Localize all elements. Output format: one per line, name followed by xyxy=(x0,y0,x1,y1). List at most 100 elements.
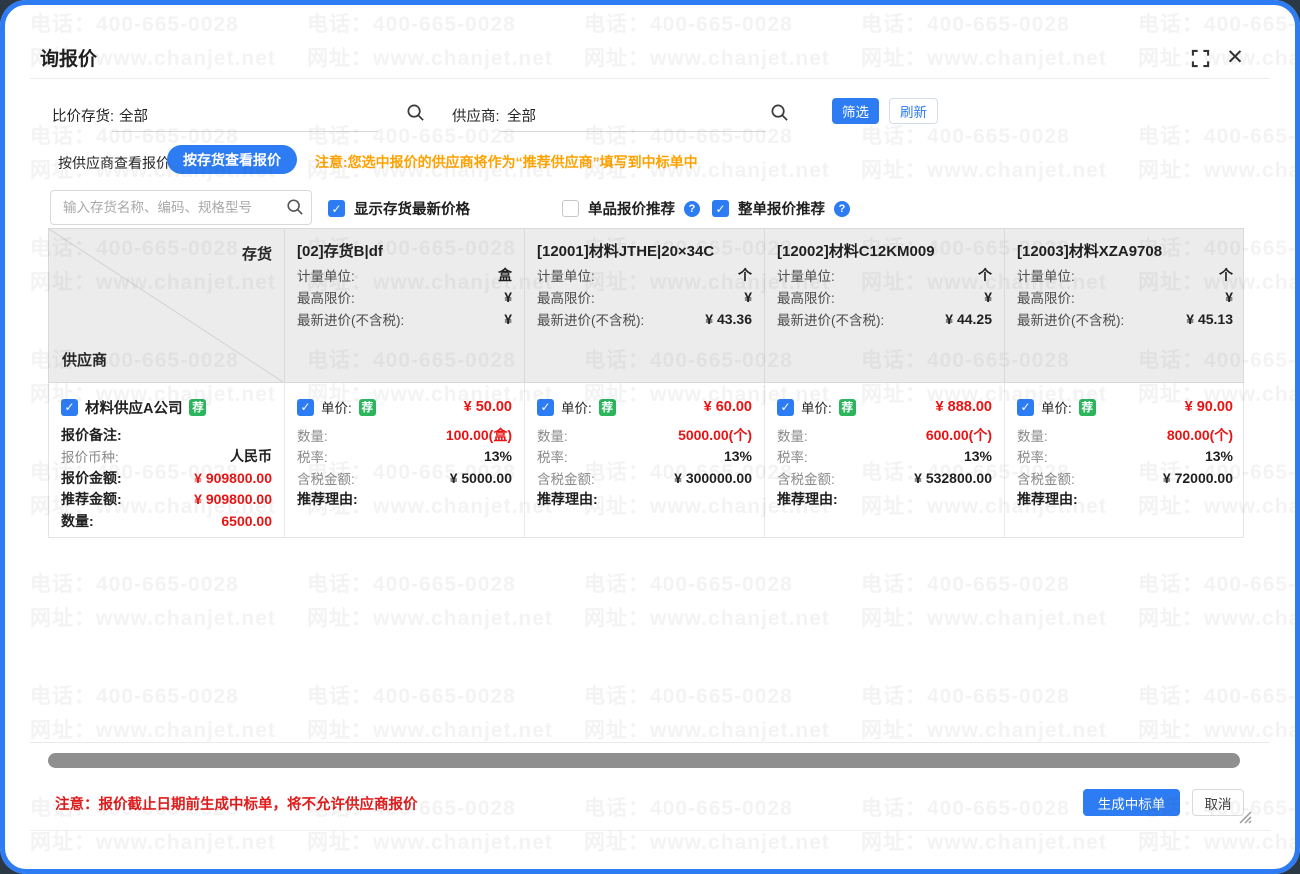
search-input[interactable] xyxy=(50,190,312,225)
latest-price-label: 最新进价(不含税): xyxy=(777,309,884,329)
reason-label: 推荐理由: xyxy=(1017,489,1078,509)
filter-button[interactable]: 筛选 xyxy=(832,98,879,124)
supplier-filter-label: 供应商: xyxy=(452,105,500,126)
option-label: 单品报价推荐 xyxy=(588,198,675,219)
item-header-cell: [12002]材料C12KM009 计量单位:个 最高限价:¥ 最新进价(不含税… xyxy=(765,229,1005,382)
unit-value: 个 xyxy=(1219,265,1233,285)
amount-value: ¥ 72000.00 xyxy=(1163,470,1233,486)
search-icon[interactable] xyxy=(286,198,304,216)
amount-value: ¥ 5000.00 xyxy=(450,470,512,486)
screen: 询报价 ✕ 比价存货: 全部 供应商: 全部 筛选 刷新 按 xyxy=(0,0,1300,874)
recommend-badge: 荐 xyxy=(839,399,856,416)
whole-recommend-checkbox[interactable]: ✓ xyxy=(712,200,729,217)
max-price-value: ¥ xyxy=(984,289,992,305)
help-icon[interactable]: ? xyxy=(834,201,850,217)
option-whole-recommend: ✓ 整单报价推荐 ? xyxy=(712,198,850,219)
tab-by-stock[interactable]: 按存货查看报价 xyxy=(167,145,297,174)
tab-by-supplier[interactable]: 按供应商查看报价 xyxy=(58,153,170,173)
horizontal-scrollbar[interactable] xyxy=(48,753,1240,768)
stock-filter-label: 比价存货: xyxy=(52,105,114,126)
quote-amount-value: ¥ 909800.00 xyxy=(194,470,272,486)
unit-value: 盒 xyxy=(498,265,512,285)
check-icon: ✓ xyxy=(540,401,550,413)
stock-filter-value[interactable]: 全部 xyxy=(119,105,148,126)
quote-checkbox[interactable]: ✓ xyxy=(537,399,554,416)
price-label: 单价: xyxy=(801,397,832,417)
latest-price-label: 最新进价(不含税): xyxy=(1017,309,1124,329)
scroll-separator xyxy=(30,742,1270,743)
max-price-label: 最高限价: xyxy=(297,287,355,307)
max-price-label: 最高限价: xyxy=(537,287,595,307)
amount-label: 含税金额: xyxy=(537,468,595,488)
reason-label: 推荐理由: xyxy=(537,489,598,509)
single-recommend-checkbox[interactable] xyxy=(562,200,579,217)
quote-amount-label: 报价金额: xyxy=(61,468,122,488)
generate-award-button[interactable]: 生成中标单 xyxy=(1083,789,1180,816)
option-label: 整单报价推荐 xyxy=(738,198,825,219)
qty-label: 数量: xyxy=(297,425,328,445)
qty-value: 600.00(个) xyxy=(926,425,992,445)
currency-value: 人民币 xyxy=(230,446,272,466)
inquiry-dialog: 询报价 ✕ 比价存货: 全部 供应商: 全部 筛选 刷新 按 xyxy=(0,0,1300,874)
recommend-badge: 荐 xyxy=(599,399,616,416)
item-header-cell: [12003]材料XZA9708 计量单位:个 最高限价:¥ 最新进价(不含税)… xyxy=(1005,229,1245,382)
check-icon: ✓ xyxy=(1020,401,1030,413)
close-icon: ✕ xyxy=(1226,47,1244,68)
price-value: ¥ 90.00 xyxy=(1185,399,1233,415)
quote-checkbox[interactable]: ✓ xyxy=(1017,399,1034,416)
supplier-filter-value[interactable]: 全部 xyxy=(507,105,536,126)
unit-value: 个 xyxy=(738,265,752,285)
stock-search-icon[interactable] xyxy=(406,103,425,122)
item-header-cell: [12001]材料JTHE|20×34C 计量单位:个 最高限价:¥ 最新进价(… xyxy=(525,229,765,382)
reason-label: 推荐理由: xyxy=(297,489,358,509)
supplier-name: 材料供应A公司 xyxy=(85,397,182,418)
maximize-icon xyxy=(1191,49,1210,68)
unit-label: 计量单位: xyxy=(777,265,835,285)
tax-label: 税率: xyxy=(777,446,808,466)
tax-value: 13% xyxy=(964,448,992,464)
supplier-checkbox[interactable]: ✓ xyxy=(61,399,78,416)
tax-label: 税率: xyxy=(537,446,568,466)
price-value: ¥ 888.00 xyxy=(936,399,992,415)
quote-checkbox[interactable]: ✓ xyxy=(297,399,314,416)
latest-price-value: ¥ 45.13 xyxy=(1186,311,1233,327)
check-icon: ✓ xyxy=(715,203,725,215)
qty-value: 800.00(个) xyxy=(1167,425,1233,445)
corner-cell: 存货 供应商 xyxy=(49,229,285,382)
qty-value: 100.00(盒) xyxy=(446,425,512,445)
check-icon: ✓ xyxy=(331,203,341,215)
recommend-amount-label: 推荐金额: xyxy=(61,489,122,509)
latest-price-value: ¥ 44.25 xyxy=(945,311,992,327)
corner-stock-label: 存货 xyxy=(242,243,272,264)
table-header-row: 存货 供应商 [02]存货B|df 计量单位:盒 最高限价:¥ 最新进价(不含税… xyxy=(48,228,1244,383)
check-icon: ✓ xyxy=(780,401,790,413)
max-price-value: ¥ xyxy=(1225,289,1233,305)
maximize-button[interactable] xyxy=(1189,47,1211,69)
item-name: [12002]材料C12KM009 xyxy=(777,240,992,264)
tax-value: 13% xyxy=(484,448,512,464)
amount-value: ¥ 300000.00 xyxy=(674,470,752,486)
recommend-badge: 荐 xyxy=(359,399,376,416)
price-label: 单价: xyxy=(321,397,352,417)
reason-label: 推荐理由: xyxy=(777,489,838,509)
option-single-recommend: 单品报价推荐 ? xyxy=(562,198,700,219)
supplier-row: ✓ 材料供应A公司 荐 报价备注: 报价币种:人民币 报价金额:¥ 909800… xyxy=(48,383,1244,538)
page-title: 询报价 xyxy=(40,44,97,71)
corner-supplier-label: 供应商 xyxy=(62,349,107,370)
supplier-search-icon[interactable] xyxy=(770,103,789,122)
latest-price-checkbox[interactable]: ✓ xyxy=(328,200,345,217)
amount-label: 含税金额: xyxy=(297,468,355,488)
qty-label: 数量: xyxy=(1017,425,1048,445)
remark-label: 报价备注: xyxy=(61,425,122,445)
quote-table: 存货 供应商 [02]存货B|df 计量单位:盒 最高限价:¥ 最新进价(不含税… xyxy=(48,228,1244,538)
recommend-amount-value: ¥ 909800.00 xyxy=(194,491,272,507)
supplier-filter-underline xyxy=(500,131,766,132)
price-value: ¥ 60.00 xyxy=(704,399,752,415)
refresh-button[interactable]: 刷新 xyxy=(889,98,938,124)
help-icon[interactable]: ? xyxy=(684,201,700,217)
resize-handle[interactable] xyxy=(1236,808,1252,824)
quote-cell: ✓ 单价: 荐 ¥ 60.00 数量:5000.00(个) 税率:13% 含税金… xyxy=(525,383,765,537)
close-button[interactable]: ✕ xyxy=(1224,46,1246,68)
latest-price-label: 最新进价(不含税): xyxy=(537,309,644,329)
quote-checkbox[interactable]: ✓ xyxy=(777,399,794,416)
